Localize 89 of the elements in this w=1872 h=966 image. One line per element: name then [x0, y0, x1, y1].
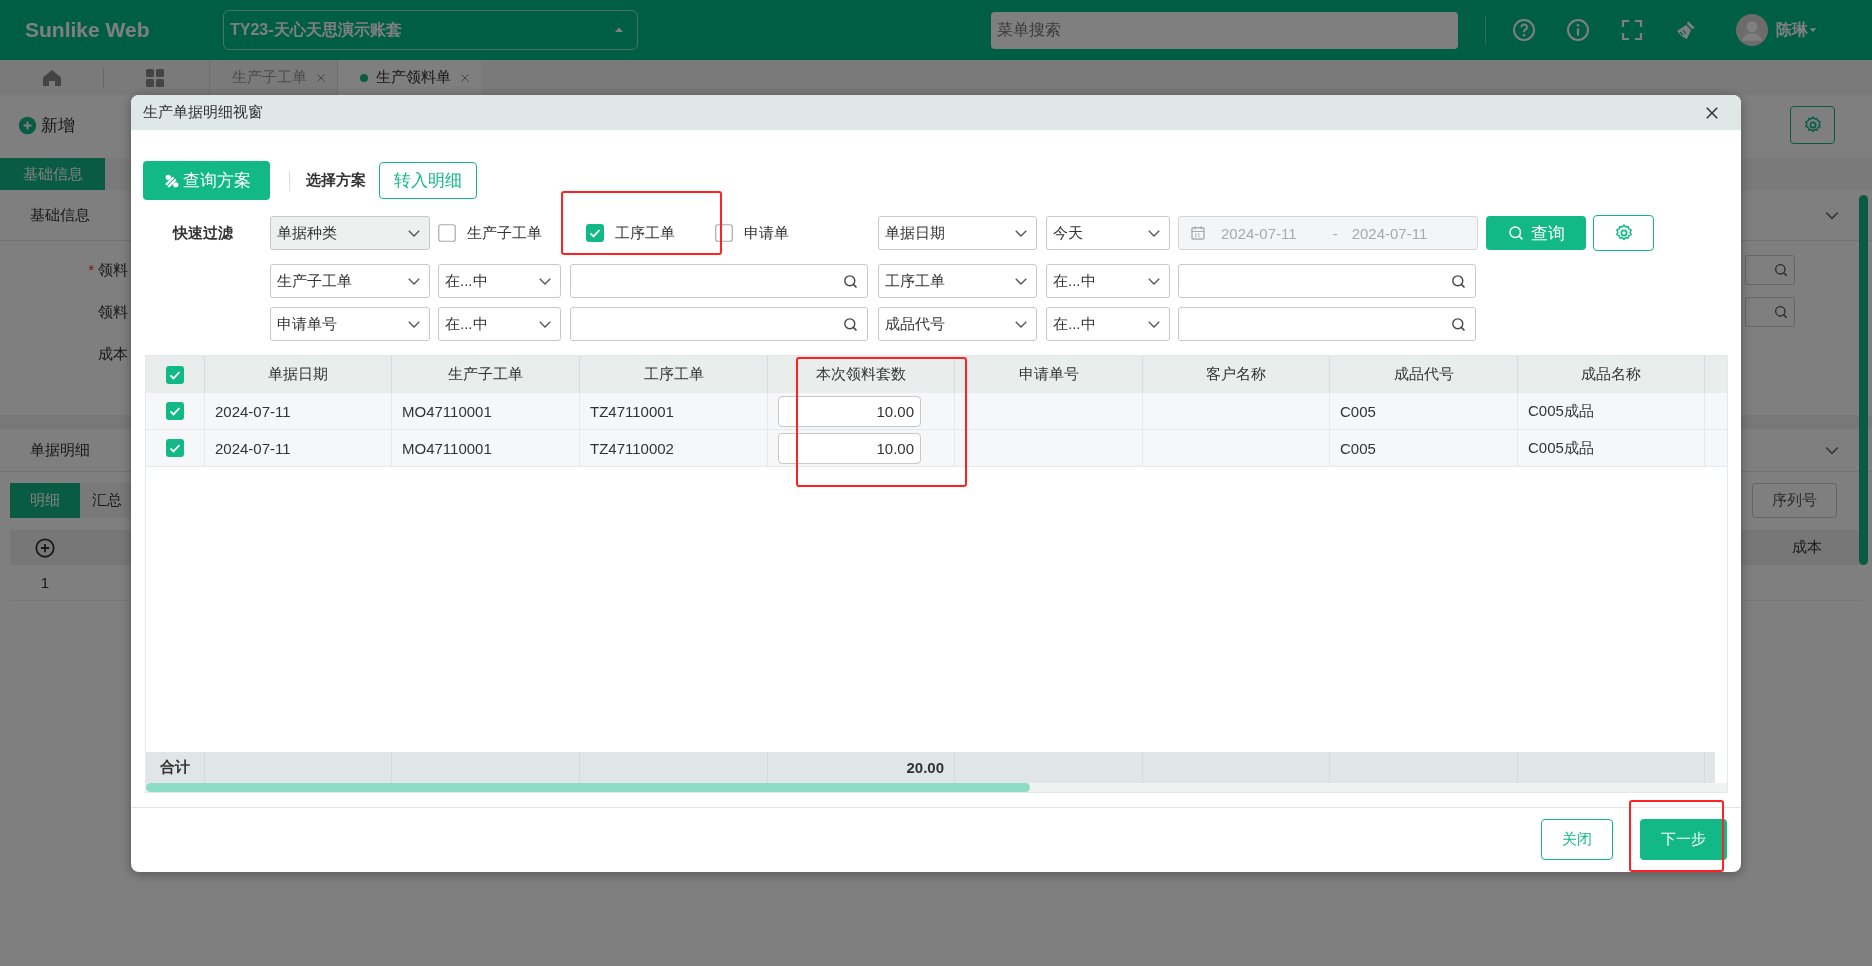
operator-select[interactable]: 在...中 — [1046, 264, 1170, 298]
table-cell: C005成品 — [1518, 430, 1705, 467]
scrollbar[interactable] — [1859, 195, 1868, 565]
table-cell: MO47110001 — [392, 430, 580, 467]
settings-icon — [1613, 223, 1634, 243]
column-header[interactable]: 生产子工单 — [392, 356, 580, 393]
lookup-field[interactable] — [1745, 255, 1795, 285]
fullscreen-icon[interactable] — [1620, 18, 1644, 42]
required-mark: * — [88, 260, 94, 278]
page-tab[interactable]: 生产领料单 — [337, 60, 481, 95]
field-select[interactable]: 成品代号 — [878, 307, 1037, 341]
search-icon — [1450, 272, 1467, 290]
quantity-input[interactable]: 10.00 — [778, 395, 921, 427]
row-checkbox[interactable] — [166, 439, 184, 457]
search-icon — [842, 315, 859, 333]
detail-tab[interactable]: 汇总 — [80, 483, 134, 518]
column-header[interactable]: 客户名称 — [1143, 356, 1330, 393]
checkbox-label: 申请单 — [744, 223, 789, 243]
info-icon[interactable] — [1566, 18, 1590, 42]
table-cell — [1705, 752, 1715, 783]
scheme-label: 选择方案 — [306, 171, 366, 190]
column-header[interactable]: 成品代号 — [1330, 356, 1518, 393]
field-label: 领料 — [98, 302, 128, 320]
date-preset-select[interactable]: 今天 — [1046, 216, 1170, 250]
settings-icon — [1802, 115, 1823, 135]
checkbox[interactable] — [586, 224, 604, 242]
plus-icon — [18, 115, 37, 135]
table-cell: C005成品 — [1518, 393, 1705, 430]
section-title: 单据明细 — [30, 440, 90, 460]
table-cell: MO47110001 — [392, 393, 580, 430]
operator-select[interactable]: 在...中 — [438, 264, 561, 298]
row-checkbox[interactable] — [166, 402, 184, 420]
help-icon[interactable] — [1512, 18, 1536, 42]
total-label: 合计 — [146, 752, 205, 783]
quick-filter-label: 快速过滤 — [171, 223, 234, 243]
total-value: 20.00 — [768, 752, 955, 783]
field-label: 成本 — [98, 344, 128, 362]
table-cell: 2024-07-11 — [205, 393, 392, 430]
column-header[interactable]: 单据日期 — [205, 356, 392, 393]
quantity-input[interactable]: 10.00 — [778, 432, 921, 464]
scrollbar[interactable] — [146, 783, 1030, 792]
serial-number-button[interactable]: 序列号 — [1752, 483, 1837, 518]
field-select[interactable]: 工序工单 — [878, 264, 1037, 298]
search-field[interactable] — [1178, 264, 1476, 298]
account-name: TY23-天心天思演示账套 — [230, 19, 402, 40]
checkbox-label: 工序工单 — [615, 223, 675, 243]
search-field[interactable] — [1178, 307, 1476, 341]
table-cell: TZ47110002 — [580, 430, 768, 467]
search-field[interactable] — [570, 264, 868, 298]
date-field-select[interactable]: 单据日期 — [878, 216, 1037, 250]
new-button[interactable]: 新增 — [18, 113, 75, 137]
dialog-title: 生产单据明细视窗 — [143, 103, 264, 122]
settings-button[interactable] — [1790, 106, 1835, 144]
column-header[interactable]: 成品名称 — [1518, 356, 1705, 393]
avatar-icon[interactable] — [1736, 14, 1768, 46]
status-dot — [360, 73, 368, 82]
settings-button[interactable] — [1593, 215, 1654, 251]
select-all-checkbox[interactable] — [166, 365, 184, 384]
operator-select[interactable]: 在...中 — [1046, 307, 1170, 341]
column-header: 成本 — [1792, 538, 1822, 557]
search-field[interactable] — [570, 307, 868, 341]
column-header[interactable]: 本次领料套数 — [768, 356, 955, 393]
search-icon — [1773, 304, 1789, 320]
calendar-icon — [1189, 224, 1207, 242]
caret-icon — [1808, 25, 1818, 35]
type-select[interactable]: 单据种类 — [270, 216, 430, 250]
search-icon — [1450, 315, 1467, 333]
column-header[interactable]: 申请单号 — [955, 356, 1143, 393]
section-title: 基础信息 — [30, 205, 90, 225]
field-select[interactable]: 申请单号 — [270, 307, 430, 341]
column-header[interactable]: 工序工单 — [580, 356, 768, 393]
table-cell: C005 — [1330, 393, 1518, 430]
table-cell: 2024-07-11 — [205, 430, 392, 467]
lookup-field[interactable] — [1745, 297, 1795, 327]
field-label: 领料 — [98, 260, 128, 278]
search-icon — [842, 272, 859, 290]
table-cell: C005 — [1330, 430, 1518, 467]
operator-select[interactable]: 在...中 — [438, 307, 561, 341]
menu-search-field[interactable]: 菜单搜索 — [991, 11, 1458, 49]
field-select[interactable]: 生产子工单 — [270, 264, 430, 298]
checkbox[interactable] — [438, 224, 456, 242]
row-number: 1 — [39, 574, 51, 591]
search-icon — [1507, 224, 1525, 242]
add-row-icon[interactable] — [34, 536, 56, 559]
broom-icon[interactable] — [1674, 18, 1698, 42]
app-logo: Sunlike Web — [25, 18, 151, 42]
checkbox-label: 生产子工单 — [467, 223, 542, 243]
search-icon — [1773, 262, 1789, 278]
table-cell: TZ47110001 — [580, 393, 768, 430]
